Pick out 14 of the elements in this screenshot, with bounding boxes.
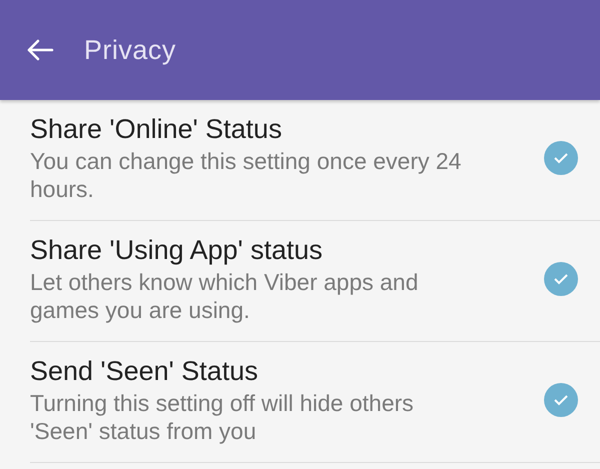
check-icon [553, 394, 569, 406]
screen-title: Privacy [84, 34, 176, 66]
back-arrow-icon [26, 38, 54, 62]
check-icon [553, 273, 569, 285]
check-icon [553, 152, 569, 164]
setting-title: Share 'Using App' status [30, 234, 324, 266]
setting-description: You can change this setting once every 24 hours. [30, 147, 462, 203]
setting-title: Send 'Seen' Status [30, 355, 259, 387]
setting-title: Share 'Online' Status [30, 113, 283, 145]
setting-description: Turning this setting off will hide others 'Seen' status from you [30, 389, 415, 445]
setting-description: Let others know which Viber apps and games you are using. [30, 268, 420, 324]
checkbox[interactable] [544, 141, 578, 175]
checkbox[interactable] [544, 383, 578, 417]
checkbox[interactable] [544, 262, 578, 296]
